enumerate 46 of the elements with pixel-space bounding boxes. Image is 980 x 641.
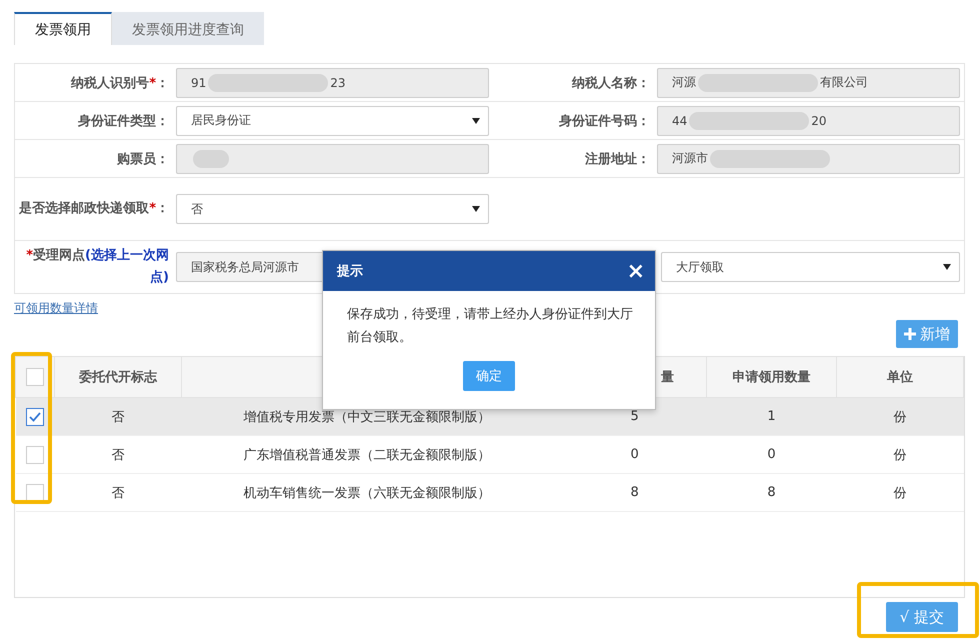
table-cell: 0 [706,436,836,474]
table-cell: 否 [54,398,182,436]
field-label: 纳税人识别号*： [70,74,170,92]
readonly-field[interactable]: 河源市 [657,144,960,174]
table-cell: 8 [626,474,706,512]
select-field[interactable]: 大厅领取 [661,252,960,282]
select-field[interactable]: 居民身份证 [176,106,489,136]
readonly-field[interactable]: 河源 有限公司 [657,68,960,98]
field-label: 身份证件类型： [77,112,170,130]
tab[interactable]: 发票领用 [14,12,112,45]
table-cell: 份 [836,398,964,436]
readonly-field[interactable]: 44 20 [657,106,960,136]
column-header: 单位 [836,356,964,398]
dialog-message: 保存成功，待受理，请带上经办人身份证件到大厅前台领取。 [346,306,634,347]
field-label: *受理网点(选择上一次网点) [25,246,170,287]
dropdown-icon [472,118,480,124]
dropdown-icon [472,206,480,212]
table-cell: 份 [836,436,964,474]
table-cell: 否 [54,474,182,512]
table-cell: 否 [54,436,182,474]
table-cell: 1 [706,398,836,436]
readonly-field[interactable]: 91 23 [176,68,489,98]
row-checkbox[interactable] [26,484,44,502]
field-label: 是否选择邮政快递领取*： [18,200,170,218]
quantity-detail-link[interactable]: 可领用数量详情 [14,300,98,316]
tab[interactable]: 发票领用进度查询 [112,12,264,45]
select-field[interactable]: 否 [176,194,489,224]
column-header: 申请领用数量 [706,356,836,398]
table-cell: 机动车销售统一发票（六联无金额限制版） [182,474,626,512]
field-label: 身份证件号码： [558,112,651,130]
field-label: 注册地址： [584,150,651,168]
table-cell: 广东增值税普通发票（二联无金额限制版） [182,436,626,474]
table-cell: 8 [706,474,836,512]
row-checkbox[interactable] [26,408,44,426]
readonly-field[interactable] [176,144,489,174]
table-cell: 份 [836,474,964,512]
field-label: 购票员： [116,150,170,168]
dialog-title: 提示 [337,263,363,280]
plus-icon [904,328,916,340]
row-checkbox[interactable] [26,446,44,464]
column-header: 委托代开标志 [54,356,182,398]
close-button[interactable]: × [626,258,645,284]
dropdown-icon [943,264,951,270]
table-cell: 0 [626,436,706,474]
select-all-checkbox[interactable] [26,368,44,386]
field-label: 纳税人名称： [570,74,651,92]
